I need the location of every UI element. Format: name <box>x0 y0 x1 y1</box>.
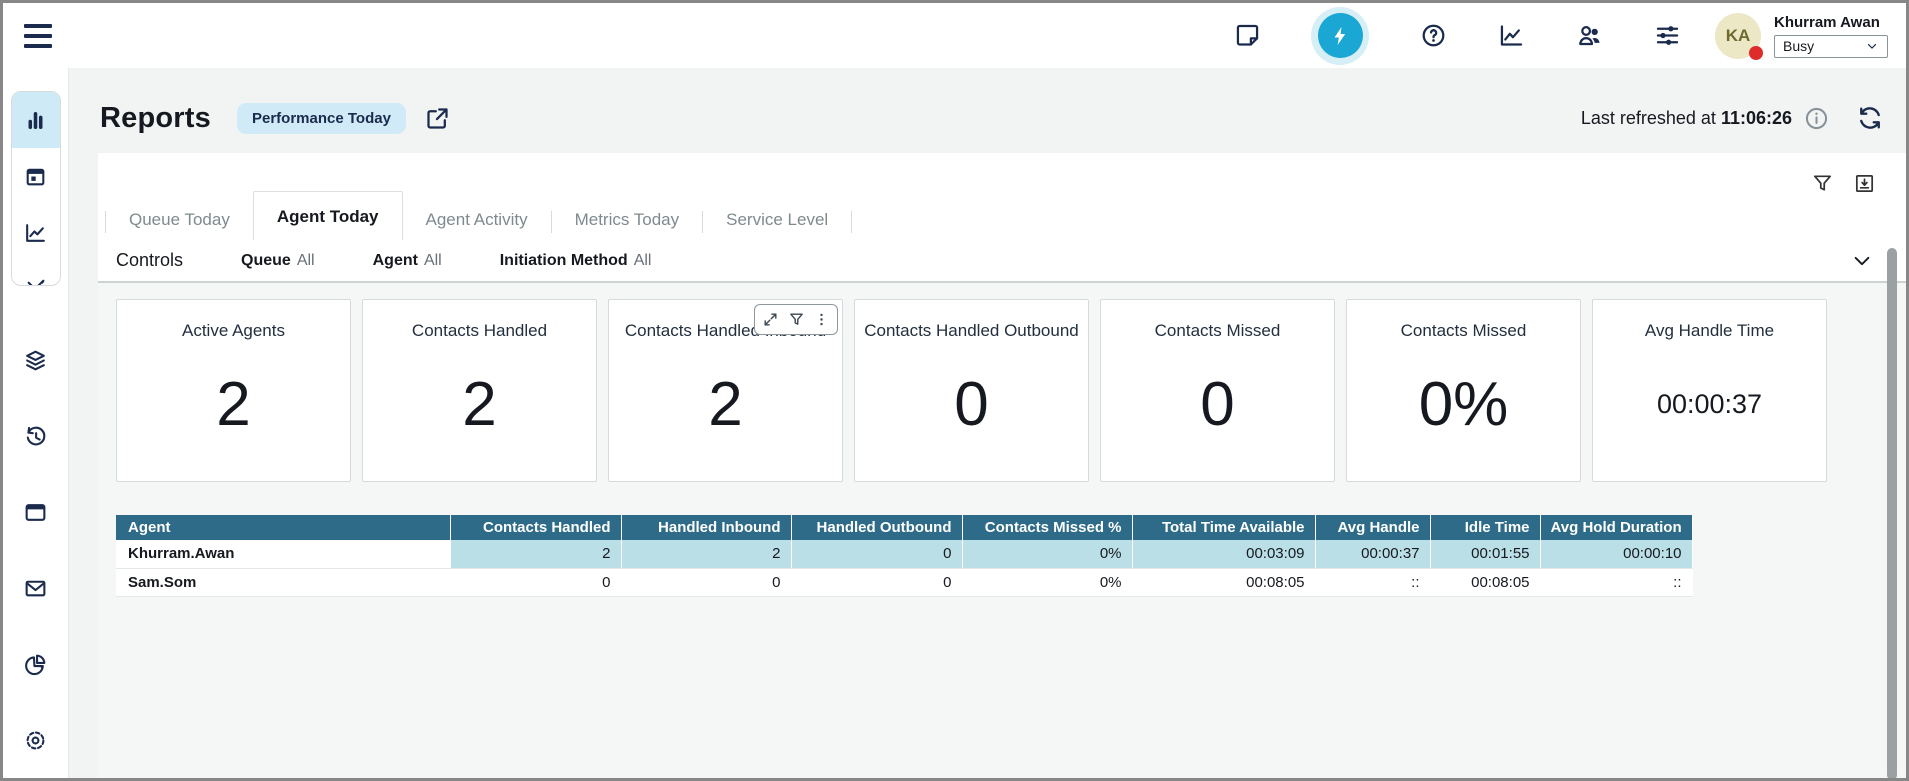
sidebar-item-schedule[interactable] <box>12 148 60 204</box>
sidebar-item-layers[interactable] <box>12 322 60 398</box>
card-menu-kebab-icon[interactable] <box>812 310 832 330</box>
table-row: Sam.Som 0 0 0 0% 00:08:05 :: 00:08:05 :: <box>116 568 1692 596</box>
page-title: Reports <box>100 102 211 135</box>
agent-metrics-table: Agent Contacts Handled Handled Inbound H… <box>116 515 1693 597</box>
card-hover-toolbar <box>754 304 838 335</box>
col-idle-time: Idle Time <box>1430 515 1540 540</box>
kpi-value: 0 <box>1200 369 1234 440</box>
kpi-value: 00:00:37 <box>1657 389 1762 420</box>
left-sidebar <box>3 68 69 778</box>
kpi-card-contacts-missed-pct: Contacts Missed 0% <box>1346 299 1581 482</box>
metrics-chart-icon[interactable] <box>1497 22 1525 50</box>
help-icon[interactable] <box>1419 22 1447 50</box>
sidebar-item-reports[interactable] <box>12 92 60 148</box>
tab-agent-today[interactable]: Agent Today <box>253 191 403 240</box>
agent-name-cell: Sam.Som <box>116 568 450 596</box>
download-icon[interactable] <box>1850 169 1878 197</box>
kpi-card-contacts-handled: Contacts Handled 2 <box>362 299 597 482</box>
performance-today-badge: Performance Today <box>237 103 406 134</box>
sidebar-item-customize[interactable] <box>12 260 60 286</box>
kpi-value: 2 <box>708 369 742 440</box>
kpi-value: 0% <box>1419 369 1509 440</box>
history-clock-icon <box>23 424 48 449</box>
chevron-down-icon <box>1865 39 1879 53</box>
refresh-icon[interactable] <box>1856 104 1884 132</box>
calendar-icon <box>23 164 48 189</box>
line-chart-icon <box>23 220 48 245</box>
vertical-scrollbar-thumb[interactable] <box>1887 248 1897 780</box>
tab-queue-today[interactable]: Queue Today <box>106 200 253 240</box>
browser-window-icon <box>23 500 48 525</box>
user-name: Khurram Awan <box>1774 14 1888 31</box>
info-icon[interactable] <box>1802 104 1830 132</box>
filter-agent[interactable]: AgentAll <box>373 252 442 270</box>
col-avg-handle: Avg Handle <box>1315 515 1430 540</box>
controls-bar: Controls QueueAll AgentAll Initiation Me… <box>98 240 1906 283</box>
col-total-time-available: Total Time Available <box>1132 515 1315 540</box>
sidebar-nav-group <box>11 91 61 286</box>
hamburger-menu-icon[interactable] <box>24 24 52 48</box>
kpi-card-contacts-handled-inbound: Contacts Handled Inbound 2 <box>608 299 843 482</box>
expand-card-icon[interactable] <box>761 310 781 330</box>
sidebar-item-browser[interactable] <box>12 474 60 550</box>
filter-card-icon[interactable] <box>786 310 806 330</box>
app-window: KA Khurram Awan Busy <box>0 0 1909 781</box>
filter-icon[interactable] <box>1808 169 1836 197</box>
sidebar-item-history[interactable] <box>12 398 60 474</box>
top-bar: KA Khurram Awan Busy <box>3 3 1906 68</box>
col-agent: Agent <box>116 515 450 540</box>
agent-today-content: Active Agents 2 Contacts Handled 2 Conta… <box>98 283 1906 778</box>
report-tabs: Queue Today Agent Today Agent Activity M… <box>105 197 1906 240</box>
kpi-card-active-agents: Active Agents 2 <box>116 299 351 482</box>
status-dropdown-value: Busy <box>1783 38 1814 54</box>
agent-name-cell: Khurram.Awan <box>116 540 450 568</box>
avatar-initials: KA <box>1726 26 1751 46</box>
settings-sliders-icon[interactable] <box>1653 22 1681 50</box>
col-contacts-handled: Contacts Handled <box>450 515 621 540</box>
sidebar-item-pie-reports[interactable] <box>12 626 60 702</box>
avatar[interactable]: KA <box>1715 13 1761 59</box>
tab-service-level[interactable]: Service Level <box>703 200 851 240</box>
col-handled-outbound: Handled Outbound <box>791 515 962 540</box>
external-link-icon[interactable] <box>424 104 452 132</box>
lightning-icon <box>1318 13 1363 58</box>
status-dropdown[interactable]: Busy <box>1774 35 1888 58</box>
filter-queue[interactable]: QueueAll <box>241 252 315 270</box>
table-header-row: Agent Contacts Handled Handled Inbound H… <box>116 515 1692 540</box>
note-icon[interactable] <box>1233 22 1261 50</box>
boost-lightning-button[interactable] <box>1311 7 1369 65</box>
pie-chart-icon <box>23 652 48 677</box>
kpi-value: 2 <box>462 369 496 440</box>
layers-icon <box>23 348 48 373</box>
kpi-card-contacts-handled-outbound: Contacts Handled Outbound 0 <box>854 299 1089 482</box>
contacts-people-icon[interactable] <box>1575 22 1603 50</box>
sidebar-item-mail[interactable] <box>12 550 60 626</box>
tab-agent-activity[interactable]: Agent Activity <box>403 200 551 240</box>
kpi-card-contacts-missed: Contacts Missed 0 <box>1100 299 1335 482</box>
filter-initiation-method[interactable]: Initiation MethodAll <box>500 252 652 270</box>
sidebar-item-analytics[interactable] <box>12 204 60 260</box>
sidebar-item-settings[interactable] <box>12 702 60 778</box>
tab-metrics-today[interactable]: Metrics Today <box>552 200 703 240</box>
design-brush-icon <box>23 276 48 287</box>
collapse-controls-chevron-icon[interactable] <box>1848 247 1876 275</box>
kpi-value: 0 <box>954 369 988 440</box>
col-handled-inbound: Handled Inbound <box>621 515 791 540</box>
busy-status-dot <box>1749 46 1763 60</box>
envelope-icon <box>23 576 48 601</box>
last-refreshed-time: 11:06:26 <box>1721 108 1792 128</box>
report-panel: Queue Today Agent Today Agent Activity M… <box>98 153 1906 778</box>
gear-icon <box>23 728 48 753</box>
main-content: Reports Performance Today Last refreshed… <box>69 68 1906 778</box>
controls-label: Controls <box>116 250 183 271</box>
kpi-card-avg-handle-time: Avg Handle Time 00:00:37 <box>1592 299 1827 482</box>
last-refreshed-text: Last refreshed at 11:06:26 <box>1581 108 1792 129</box>
col-avg-hold-duration: Avg Hold Duration <box>1540 515 1692 540</box>
kpi-value: 2 <box>216 369 250 440</box>
bar-chart-icon <box>23 108 48 133</box>
table-row: Khurram.Awan 2 2 0 0% 00:03:09 00:00:37 … <box>116 540 1692 568</box>
col-contacts-missed-pct: Contacts Missed % <box>962 515 1132 540</box>
